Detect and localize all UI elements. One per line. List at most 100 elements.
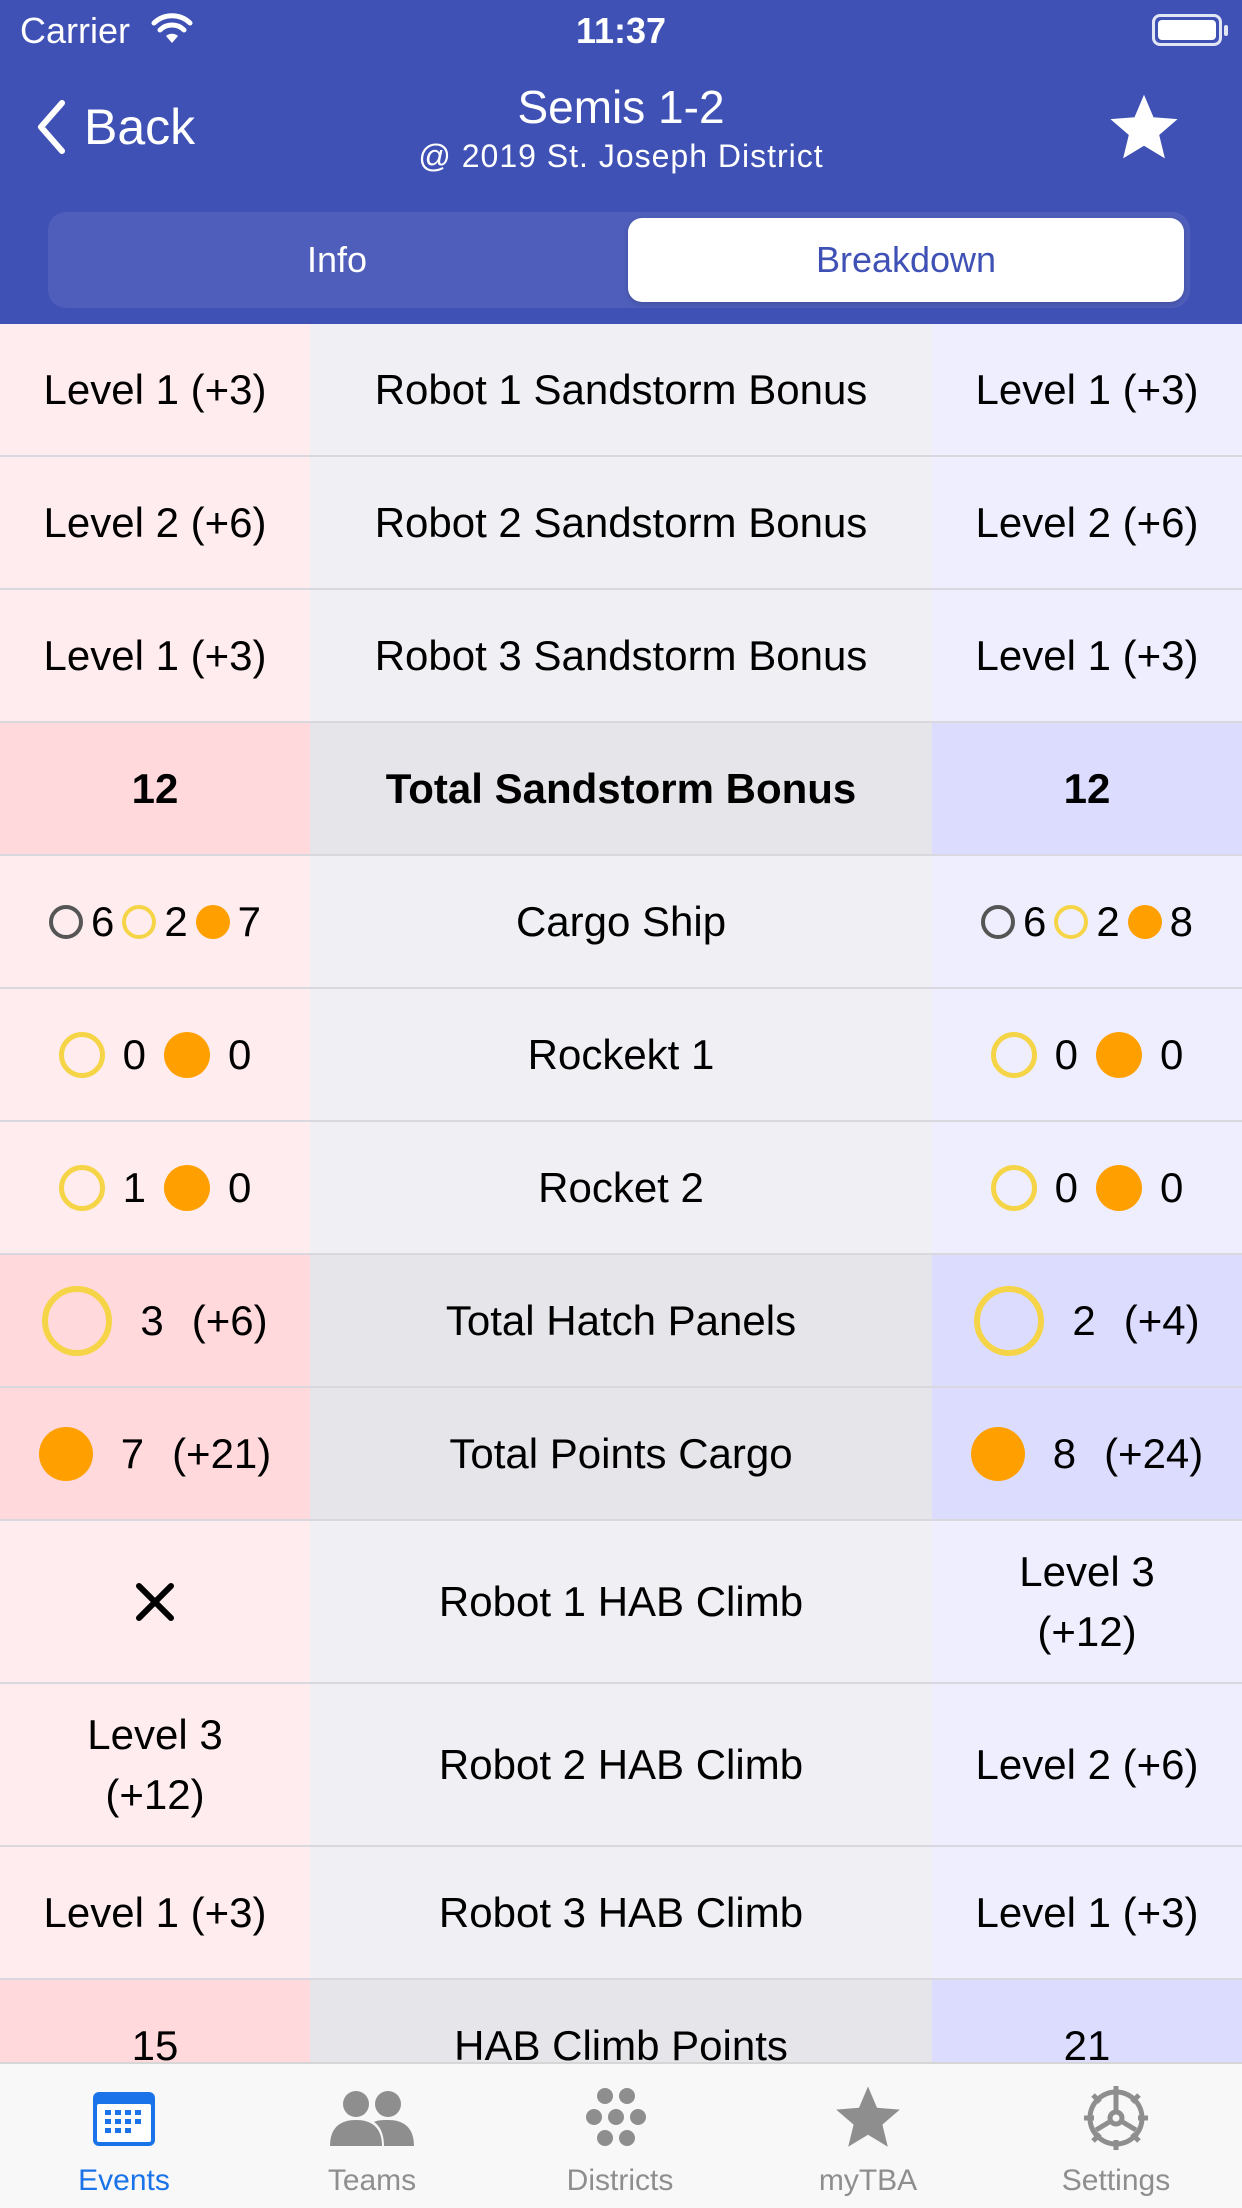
table-row: Level 1 (+3) Robot 3 HAB Climb Level 1 (… (0, 1847, 1242, 1980)
null-panel-count: 6 (90, 897, 115, 945)
table-row: Level 2 (+6) Robot 2 Sandstorm Bonus Lev… (0, 457, 1242, 590)
tab-breakdown[interactable]: Breakdown (628, 218, 1184, 302)
status-bar: Carrier 11:37 (0, 0, 1242, 62)
tab-events[interactable]: Events (0, 2064, 248, 2208)
cargo-count: 0 (228, 1030, 252, 1078)
red-value: 15 (0, 1980, 310, 2062)
blue-value: Level 1 (+3) (932, 590, 1242, 721)
cargo-icon (195, 904, 230, 939)
red-value: 7 (+21) (0, 1388, 310, 1519)
blue-value: Level 3 (+12) (932, 1521, 1242, 1682)
row-label: Robot 2 Sandstorm Bonus (310, 457, 932, 588)
hatch-panel-points: (+6) (191, 1296, 268, 1344)
tab-settings[interactable]: Settings (992, 2064, 1240, 2208)
tab-info[interactable]: Info (54, 218, 620, 302)
tab-teams[interactable]: Teams (248, 2064, 496, 2208)
cargo-total: 7 (120, 1429, 145, 1477)
table-row: Robot 1 HAB Climb Level 3 (+12) (0, 1521, 1242, 1684)
tab-label: Events (78, 2164, 170, 2197)
clock: 11:37 (575, 10, 667, 51)
cargo-icon (1127, 904, 1162, 939)
blue-value: 0 0 (932, 989, 1242, 1120)
hatch-panel-count: 1 (122, 1163, 146, 1211)
hatch-panel-total: 2 (1072, 1296, 1096, 1344)
red-value: Level 1 (+3) (0, 324, 310, 455)
red-value (0, 1521, 310, 1682)
red-value: 1 0 (0, 1122, 310, 1253)
blue-value: 21 (932, 1980, 1242, 2062)
blue-value: Level 2 (+6) (932, 1684, 1242, 1845)
red-value: 3 (+6) (0, 1255, 310, 1386)
gear-icon (1080, 2070, 1152, 2166)
cargo-count: 8 (1169, 897, 1194, 945)
tab-label: myTBA (818, 2164, 918, 2197)
hatch-panel-points: (+4) (1123, 1296, 1200, 1344)
red-value: Level 1 (+3) (0, 590, 310, 721)
table-row: 3 (+6) Total Hatch Panels 2 (+4) (0, 1255, 1242, 1388)
red-value: 6 2 7 (0, 856, 310, 987)
hatch-panel-icon (990, 1031, 1037, 1078)
blue-value: 2 (+4) (932, 1255, 1242, 1386)
cargo-icon (164, 1031, 210, 1078)
hatch-panel-total: 3 (140, 1296, 164, 1344)
calendar-icon (91, 2070, 157, 2166)
segmented-control: Info Breakdown (48, 212, 1190, 308)
cargo-count: 0 (1160, 1030, 1184, 1078)
hatch-panel-icon (974, 1285, 1045, 1356)
blue-value: 0 0 (932, 1122, 1242, 1253)
row-label: Rockekt 1 (310, 989, 932, 1120)
red-value: Level 1 (+3) (0, 1847, 310, 1978)
row-label: HAB Climb Points (310, 1980, 932, 2062)
blue-value: Level 1 (+3) (932, 324, 1242, 455)
hatch-panel-icon (58, 1164, 105, 1211)
blue-value: 8 (+24) (932, 1388, 1242, 1519)
cargo-icon (970, 1426, 1025, 1481)
districts-icon (585, 2070, 655, 2166)
blue-value: 6 2 8 (932, 856, 1242, 987)
red-value: 0 0 (0, 989, 310, 1120)
table-row: 12 Total Sandstorm Bonus 12 (0, 723, 1242, 856)
table-row: Level 1 (+3) Robot 3 Sandstorm Bonus Lev… (0, 590, 1242, 723)
favorite-button[interactable] (1106, 90, 1182, 166)
row-label: Robot 2 HAB Climb (310, 1684, 932, 1845)
cargo-points: (+21) (172, 1429, 272, 1477)
hatch-panel-icon (122, 904, 157, 939)
table-row: 7 (+21) Total Points Cargo 8 (+24) (0, 1388, 1242, 1521)
red-value: Level 2 (+6) (0, 457, 310, 588)
hatch-panel-icon (1054, 904, 1089, 939)
red-value: 12 (0, 723, 310, 854)
table-row: 1 0 Rocket 2 0 0 (0, 1122, 1242, 1255)
null-panel-icon (980, 904, 1015, 939)
row-label: Robot 1 HAB Climb (310, 1521, 932, 1682)
cargo-total: 8 (1052, 1429, 1077, 1477)
cargo-icon (38, 1426, 93, 1481)
battery-icon (1152, 14, 1228, 46)
cargo-points: (+24) (1104, 1429, 1204, 1477)
hatch-panel-icon (42, 1285, 113, 1356)
table-row: Level 3 (+12) Robot 2 HAB Climb Level 2 … (0, 1684, 1242, 1847)
null-panel-icon (48, 904, 83, 939)
blue-value: Level 1 (+3) (932, 1847, 1242, 1978)
table-row: 6 2 7 Cargo Ship 6 2 8 (0, 856, 1242, 989)
row-label: Total Sandstorm Bonus (310, 723, 932, 854)
row-label: Robot 1 Sandstorm Bonus (310, 324, 932, 455)
hatch-panel-count: 2 (1096, 897, 1120, 945)
cargo-icon (1096, 1164, 1142, 1211)
hatch-panel-count: 0 (122, 1030, 146, 1078)
hatch-panel-icon (990, 1164, 1037, 1211)
page-title: Semis 1-2 (517, 81, 725, 133)
tab-districts[interactable]: Districts (496, 2064, 744, 2208)
row-label: Robot 3 Sandstorm Bonus (310, 590, 932, 721)
cargo-count: 7 (237, 897, 262, 945)
cargo-count: 0 (1160, 1163, 1184, 1211)
red-value: Level 3 (+12) (0, 1684, 310, 1845)
x-mark-icon (136, 1582, 174, 1621)
hatch-panel-count: 0 (1054, 1163, 1078, 1211)
hatch-panel-count: 0 (1054, 1030, 1078, 1078)
row-label: Robot 3 HAB Climb (310, 1847, 932, 1978)
tab-mytba[interactable]: myTBA (744, 2064, 992, 2208)
row-label: Rocket 2 (310, 1122, 932, 1253)
row-label: Cargo Ship (310, 856, 932, 987)
row-label: Total Points Cargo (310, 1388, 932, 1519)
table-row: Level 1 (+3) Robot 1 Sandstorm Bonus Lev… (0, 324, 1242, 457)
